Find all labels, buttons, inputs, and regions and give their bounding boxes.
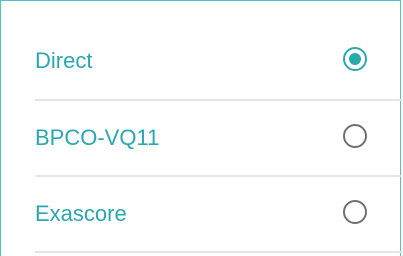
- radio-unselected-icon[interactable]: [343, 124, 367, 148]
- option-label: Exascore: [35, 201, 127, 226]
- option-label: BPCO-VQ11: [35, 125, 160, 150]
- option-bpco-vq11[interactable]: BPCO-VQ11: [35, 101, 402, 177]
- radio-option-list: Direct BPCO-VQ11 Exascore: [35, 23, 402, 253]
- option-label: Direct: [35, 48, 93, 73]
- option-exascore[interactable]: Exascore: [35, 177, 402, 253]
- options-panel: Direct BPCO-VQ11 Exascore: [0, 0, 402, 256]
- radio-selected-icon[interactable]: [343, 47, 367, 71]
- radio-unselected-icon[interactable]: [343, 200, 367, 224]
- option-direct[interactable]: Direct: [35, 23, 402, 101]
